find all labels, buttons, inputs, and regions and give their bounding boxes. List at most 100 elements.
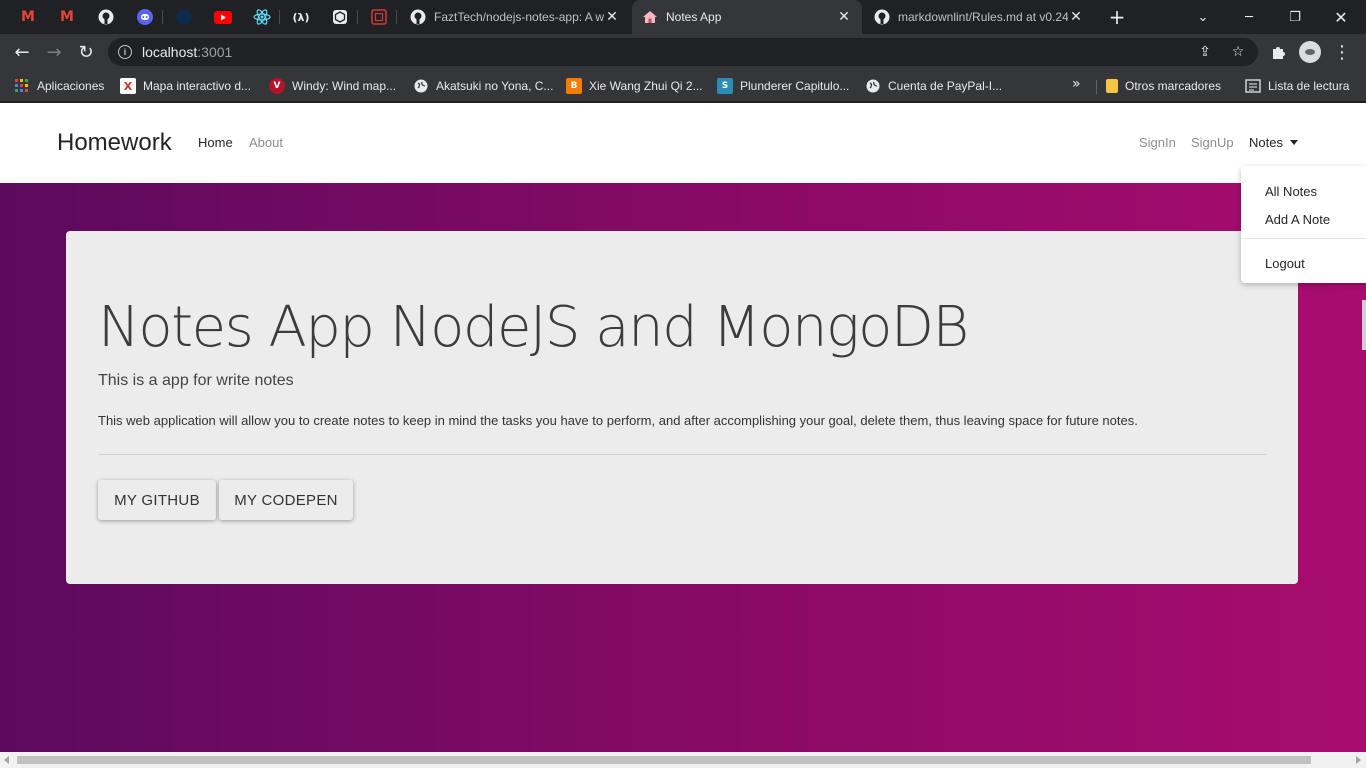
nav-home-link[interactable]: Home	[198, 135, 233, 150]
bookmark-folder-other[interactable]: Otros marcadores	[1106, 76, 1221, 96]
close-tab-icon[interactable]: ✕	[836, 9, 852, 25]
codepen-red-icon	[371, 9, 387, 25]
vertical-scrollbar[interactable]	[1362, 300, 1366, 350]
windy-icon: V	[269, 78, 285, 94]
bookmark-xie-wang[interactable]: B Xie Wang Zhui Qi 2...	[566, 76, 703, 96]
discord-icon	[137, 9, 153, 25]
pinned-tab-react[interactable]	[249, 5, 275, 29]
nav-signup-link[interactable]: SignUp	[1191, 135, 1234, 150]
tab-title: Notes App	[666, 10, 722, 24]
bookmark-label: Xie Wang Zhui Qi 2...	[589, 79, 703, 93]
pinned-tab-dark[interactable]	[171, 5, 197, 29]
pinned-tab-codesandbox[interactable]	[327, 5, 353, 29]
close-window-button[interactable]: ✕	[1318, 0, 1364, 34]
youtube-icon	[214, 10, 232, 24]
share-icon[interactable]: ⇪	[1194, 42, 1216, 62]
hero-divider	[98, 454, 1266, 455]
dropdown-all-notes[interactable]: All Notes	[1265, 184, 1317, 199]
more-bookmarks-chevron-icon[interactable]: »	[1072, 76, 1081, 92]
extensions-puzzle-icon[interactable]	[1264, 38, 1292, 66]
hero-description: This web application will allow you to c…	[98, 413, 1138, 428]
minimize-button[interactable]: ─	[1226, 0, 1272, 34]
tab-separator	[279, 10, 280, 24]
globe-icon	[413, 78, 429, 94]
forward-button[interactable]: →	[40, 38, 68, 66]
horizontal-scroll-thumb[interactable]	[17, 756, 1311, 764]
reading-list-icon	[1245, 78, 1261, 94]
bookmark-mapa[interactable]: X Mapa interactivo d...	[120, 76, 251, 96]
app-icon	[176, 9, 192, 25]
bookmark-apps[interactable]: Aplicaciones	[14, 76, 104, 96]
tab-title: FaztTech/nodejs-notes-app: A w	[434, 10, 604, 24]
back-button[interactable]: ←	[8, 38, 36, 66]
site-info-icon[interactable]: i	[118, 45, 132, 59]
blogger-icon: B	[566, 78, 582, 94]
gmail-icon: M	[21, 9, 35, 25]
url-text: localhost:3001	[142, 44, 233, 60]
scroll-right-arrow-icon[interactable]	[1356, 756, 1361, 764]
pinned-tab-youtube[interactable]	[210, 5, 236, 29]
scroll-left-arrow-icon[interactable]	[4, 756, 9, 764]
bookmark-label: Akatsuki no Yona, C...	[436, 79, 554, 93]
globe-icon	[865, 78, 881, 94]
tab-separator	[357, 10, 358, 24]
bookmark-label: Windy: Wind map...	[292, 79, 397, 93]
bookmark-akatsuki[interactable]: Akatsuki no Yona, C...	[413, 76, 553, 96]
bookmark-label: Mapa interactivo d...	[143, 79, 252, 93]
my-github-button[interactable]: MY GITHUB	[98, 480, 216, 520]
restore-button[interactable]: ❐	[1272, 0, 1318, 34]
pinned-tab-gmail-2[interactable]: M	[54, 5, 80, 29]
pinned-tab-red[interactable]	[366, 5, 392, 29]
bookmark-windy[interactable]: V Windy: Wind map...	[269, 76, 396, 96]
bookmark-star-icon[interactable]: ☆	[1227, 42, 1249, 62]
nav-notes-dropdown-toggle[interactable]: Notes	[1249, 135, 1298, 150]
my-codepen-button[interactable]: MY CODEPEN	[219, 480, 353, 520]
browser-toolbar: ← → ↻ i localhost:3001 ⇪ ☆ ⋮	[0, 34, 1366, 70]
github-icon	[874, 9, 890, 25]
react-icon	[253, 9, 271, 25]
pinned-tab-gmail[interactable]: M	[15, 5, 41, 29]
close-tab-icon[interactable]: ✕	[1068, 9, 1084, 25]
menu-kebab-icon[interactable]: ⋮	[1328, 38, 1356, 66]
pinned-tab-github[interactable]	[93, 5, 119, 29]
bookmark-plunderer[interactable]: S Plunderer Capitulo...	[717, 76, 849, 96]
gmail-icon: M	[60, 9, 74, 25]
folder-icon	[1106, 79, 1118, 93]
page-viewport: Homework Home About SignIn SignUp Notes …	[0, 103, 1366, 752]
address-bar[interactable]: i localhost:3001 ⇪ ☆	[108, 38, 1258, 66]
tab-separator	[162, 10, 163, 24]
horizontal-scrollbar[interactable]	[0, 752, 1366, 768]
tab-search-button[interactable]: ⌄	[1180, 0, 1226, 34]
bookmark-paypal[interactable]: Cuenta de PayPal-I...	[865, 76, 1002, 96]
hero-title: Notes App NodeJS and MongoDB	[98, 295, 969, 360]
navbar-brand[interactable]: Homework	[57, 129, 172, 157]
nav-about-link[interactable]: About	[249, 135, 283, 150]
nav-signin-link[interactable]: SignIn	[1139, 135, 1176, 150]
profile-avatar[interactable]	[1296, 38, 1324, 66]
browser-tab-strip: M M (λ) FaztTech/nodejs-notes-app: A w ✕…	[0, 0, 1366, 34]
tab-fazttech-repo[interactable]: FaztTech/nodejs-notes-app: A w ✕	[400, 0, 630, 34]
tab-notes-app[interactable]: Notes App ✕	[632, 0, 862, 34]
tab-markdownlint[interactable]: markdownlint/Rules.md at v0.24 ✕	[864, 0, 1094, 34]
dropdown-add-note[interactable]: Add A Note	[1265, 212, 1330, 227]
github-icon	[98, 9, 114, 25]
new-tab-button[interactable]: +	[1104, 5, 1130, 29]
s-icon: S	[717, 78, 733, 94]
pinned-tab-discord[interactable]	[132, 5, 158, 29]
github-icon	[410, 9, 426, 25]
bookmark-label: Plunderer Capitulo...	[740, 79, 850, 93]
dropdown-divider	[1241, 238, 1366, 239]
pinned-tab-lambda[interactable]: (λ)	[288, 5, 314, 29]
bookmark-label: Cuenta de PayPal-I...	[888, 79, 1003, 93]
bookmark-label: Otros marcadores	[1125, 79, 1222, 93]
map-icon: X	[120, 78, 136, 94]
bookmark-separator	[1096, 80, 1097, 94]
bookmark-label: Aplicaciones	[37, 79, 105, 93]
notes-dropdown-menu: All Notes Add A Note Logout	[1241, 166, 1366, 283]
reading-list-button[interactable]: Lista de lectura	[1245, 76, 1349, 96]
dropdown-logout[interactable]: Logout	[1265, 256, 1305, 271]
close-tab-icon[interactable]: ✕	[604, 9, 620, 25]
reload-button[interactable]: ↻	[72, 38, 100, 66]
site-navbar: Homework Home About SignIn SignUp Notes	[0, 103, 1366, 183]
nav-notes-label: Notes	[1249, 135, 1283, 150]
